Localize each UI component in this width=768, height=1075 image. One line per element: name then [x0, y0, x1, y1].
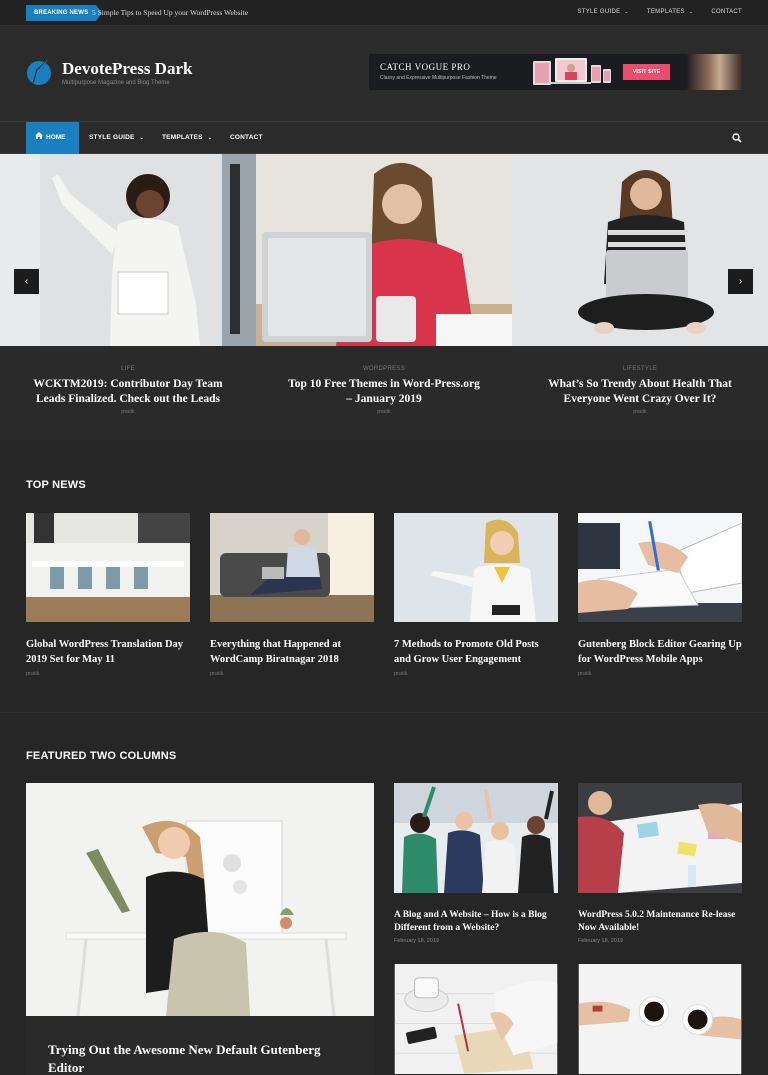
slider-prev-button[interactable]: ‹: [14, 269, 39, 294]
slide-author[interactable]: pratik: [512, 409, 768, 415]
ad-model-image: [686, 54, 742, 90]
slider-next-button[interactable]: ›: [728, 269, 753, 294]
news-card-title[interactable]: Global WordPress Translation Day 2019 Se…: [26, 638, 190, 667]
chevron-right-icon: ›: [738, 276, 743, 287]
logo-icon[interactable]: [26, 56, 52, 88]
featured-card-title[interactable]: WordPress 5.0.2 Maintenance Re-lease Now…: [578, 909, 742, 935]
slide-title[interactable]: Top 10 Free Themes in Word-Press.org – J…: [284, 377, 484, 407]
featured-card[interactable]: [578, 964, 742, 1075]
slide[interactable]: LIFESTYLE What’s So Trendy About Health …: [512, 154, 768, 440]
nav-item-label: CONTACT: [230, 134, 263, 141]
nav-item-label: STYLE GUIDE: [89, 134, 135, 141]
featured-card-date: February 18, 2019: [394, 938, 439, 944]
slide-caption: LIFESTYLE What’s So Trendy About Health …: [512, 346, 768, 440]
nav-item-label: HOME: [46, 134, 66, 141]
featured-card[interactable]: WordPress 5.0.2 Maintenance Re-lease Now…: [578, 783, 742, 944]
slide-image: [256, 154, 512, 346]
featured-card[interactable]: A Blog and A Website – How is a Blog Dif…: [394, 783, 558, 944]
featured-card-title[interactable]: A Blog and A Website – How is a Blog Dif…: [394, 909, 558, 935]
slide-title[interactable]: WCKTM2019: Contributor Day Team Leads Fi…: [28, 377, 228, 407]
slide[interactable]: WORDPRESS Top 10 Free Themes in Word-Pre…: [256, 154, 512, 440]
top-menu-label: CONTACT: [711, 9, 742, 15]
news-card-author[interactable]: pratik: [578, 671, 742, 677]
nav-item-contact[interactable]: CONTACT: [230, 122, 263, 154]
slide[interactable]: LIFE WCKTM2019: Contributor Day Team Lea…: [0, 154, 256, 440]
slide-author[interactable]: pratik: [0, 409, 256, 415]
featured-main-title[interactable]: Trying Out the Awesome New Default Guten…: [48, 1041, 358, 1075]
site-title[interactable]: DevotePress Dark: [62, 59, 192, 79]
news-card[interactable]: 7 Methods to Promote Old Posts and Grow …: [394, 513, 558, 677]
search-icon[interactable]: [732, 133, 742, 143]
chevron-left-icon: ‹: [24, 276, 29, 287]
main-nav: HOME STYLE GUIDE ⌄ TEMPLATES ⌄ CONTACT: [0, 122, 768, 154]
news-card-title[interactable]: Everything that Happened at WordCamp Bir…: [210, 638, 374, 667]
chevron-down-icon: ⌄: [207, 135, 213, 141]
top-menu-style-guide[interactable]: STYLE GUIDE ⌄: [577, 9, 628, 15]
ad-subtitle: Classy and Expressive Multipurpose Fashi…: [380, 75, 497, 81]
chevron-down-icon: ⌄: [688, 9, 694, 15]
ad-devices-image: [533, 58, 611, 85]
slide-image: [512, 154, 768, 346]
section-title-top-news: TOP NEWS: [26, 479, 86, 491]
slide-title[interactable]: What’s So Trendy About Health That Every…: [540, 377, 740, 407]
featured-card-image: [394, 964, 558, 1074]
nav-item-templates[interactable]: TEMPLATES ⌄: [162, 122, 212, 154]
news-card[interactable]: Gutenberg Block Editor Gearing Up for Wo…: [578, 513, 743, 677]
ad-visit-site-button[interactable]: VISIT SITE: [623, 64, 670, 80]
top-bar: BREAKING NEWS 5 Simple Tips to Speed Up …: [0, 0, 768, 26]
news-card[interactable]: Global WordPress Translation Day 2019 Se…: [26, 513, 190, 677]
top-menu-templates[interactable]: TEMPLATES ⌄: [647, 9, 693, 15]
slide-author[interactable]: pratik: [256, 409, 512, 415]
site-tagline: Multipurpose Magazine and Blog Theme: [62, 80, 170, 86]
slide-category[interactable]: LIFE: [0, 366, 256, 372]
news-card-author[interactable]: pratik: [210, 671, 374, 677]
chevron-down-icon: ⌄: [624, 9, 629, 15]
slide-caption: LIFE WCKTM2019: Contributor Day Team Lea…: [0, 346, 256, 440]
featured-card[interactable]: [394, 964, 558, 1075]
ad-title: CATCH VOGUE PRO: [380, 62, 471, 72]
nav-item-home[interactable]: HOME: [26, 122, 79, 154]
news-card-title[interactable]: 7 Methods to Promote Old Posts and Grow …: [394, 638, 558, 667]
chevron-down-icon: ⌄: [139, 135, 144, 141]
nav-item-style-guide[interactable]: STYLE GUIDE ⌄: [89, 122, 144, 154]
home-icon: [35, 132, 43, 139]
featured-card-date: February 18, 2019: [578, 938, 623, 944]
section-title-featured: FEATURED TWO COLUMNS: [26, 750, 177, 762]
top-menu: STYLE GUIDE ⌄ TEMPLATES ⌄ CONTACT: [577, 9, 742, 15]
slide-category[interactable]: LIFESTYLE: [512, 366, 768, 372]
slide-caption: WORDPRESS Top 10 Free Themes in Word-Pre…: [256, 346, 512, 440]
header-ad-banner[interactable]: CATCH VOGUE PRO Classy and Expressive Mu…: [369, 54, 742, 90]
featured-card-image: [578, 964, 742, 1074]
slide-image: [0, 154, 256, 346]
news-card[interactable]: Everything that Happened at WordCamp Bir…: [210, 513, 374, 677]
featured-main-image: [26, 783, 374, 1017]
site-header: DevotePress Dark Multipurpose Magazine a…: [0, 26, 768, 122]
news-card-author[interactable]: pratik: [394, 671, 558, 677]
news-card-author[interactable]: pratik: [26, 671, 190, 677]
news-card-image: [210, 513, 374, 622]
top-menu-contact[interactable]: CONTACT: [711, 9, 742, 15]
top-menu-label: TEMPLATES: [646, 9, 685, 15]
news-card-image: [26, 513, 190, 622]
news-card-image: [578, 513, 743, 622]
breaking-news-label: BREAKING NEWS: [26, 5, 103, 21]
featured-card-image: [578, 783, 742, 893]
news-card-image: [394, 513, 558, 622]
news-card-title[interactable]: Gutenberg Block Editor Gearing Up for Wo…: [578, 638, 742, 667]
breaking-news-ticker-link[interactable]: 5 Simple Tips to Speed Up your WordPress…: [92, 8, 248, 17]
featured-slider: LIFE WCKTM2019: Contributor Day Team Lea…: [0, 154, 768, 440]
slide-category[interactable]: WORDPRESS: [256, 366, 512, 372]
top-menu-label: STYLE GUIDE: [577, 9, 621, 15]
nav-item-label: TEMPLATES: [162, 134, 203, 141]
featured-card-image: [394, 783, 558, 893]
featured-main-post[interactable]: Trying Out the Awesome New Default Guten…: [26, 783, 374, 1075]
